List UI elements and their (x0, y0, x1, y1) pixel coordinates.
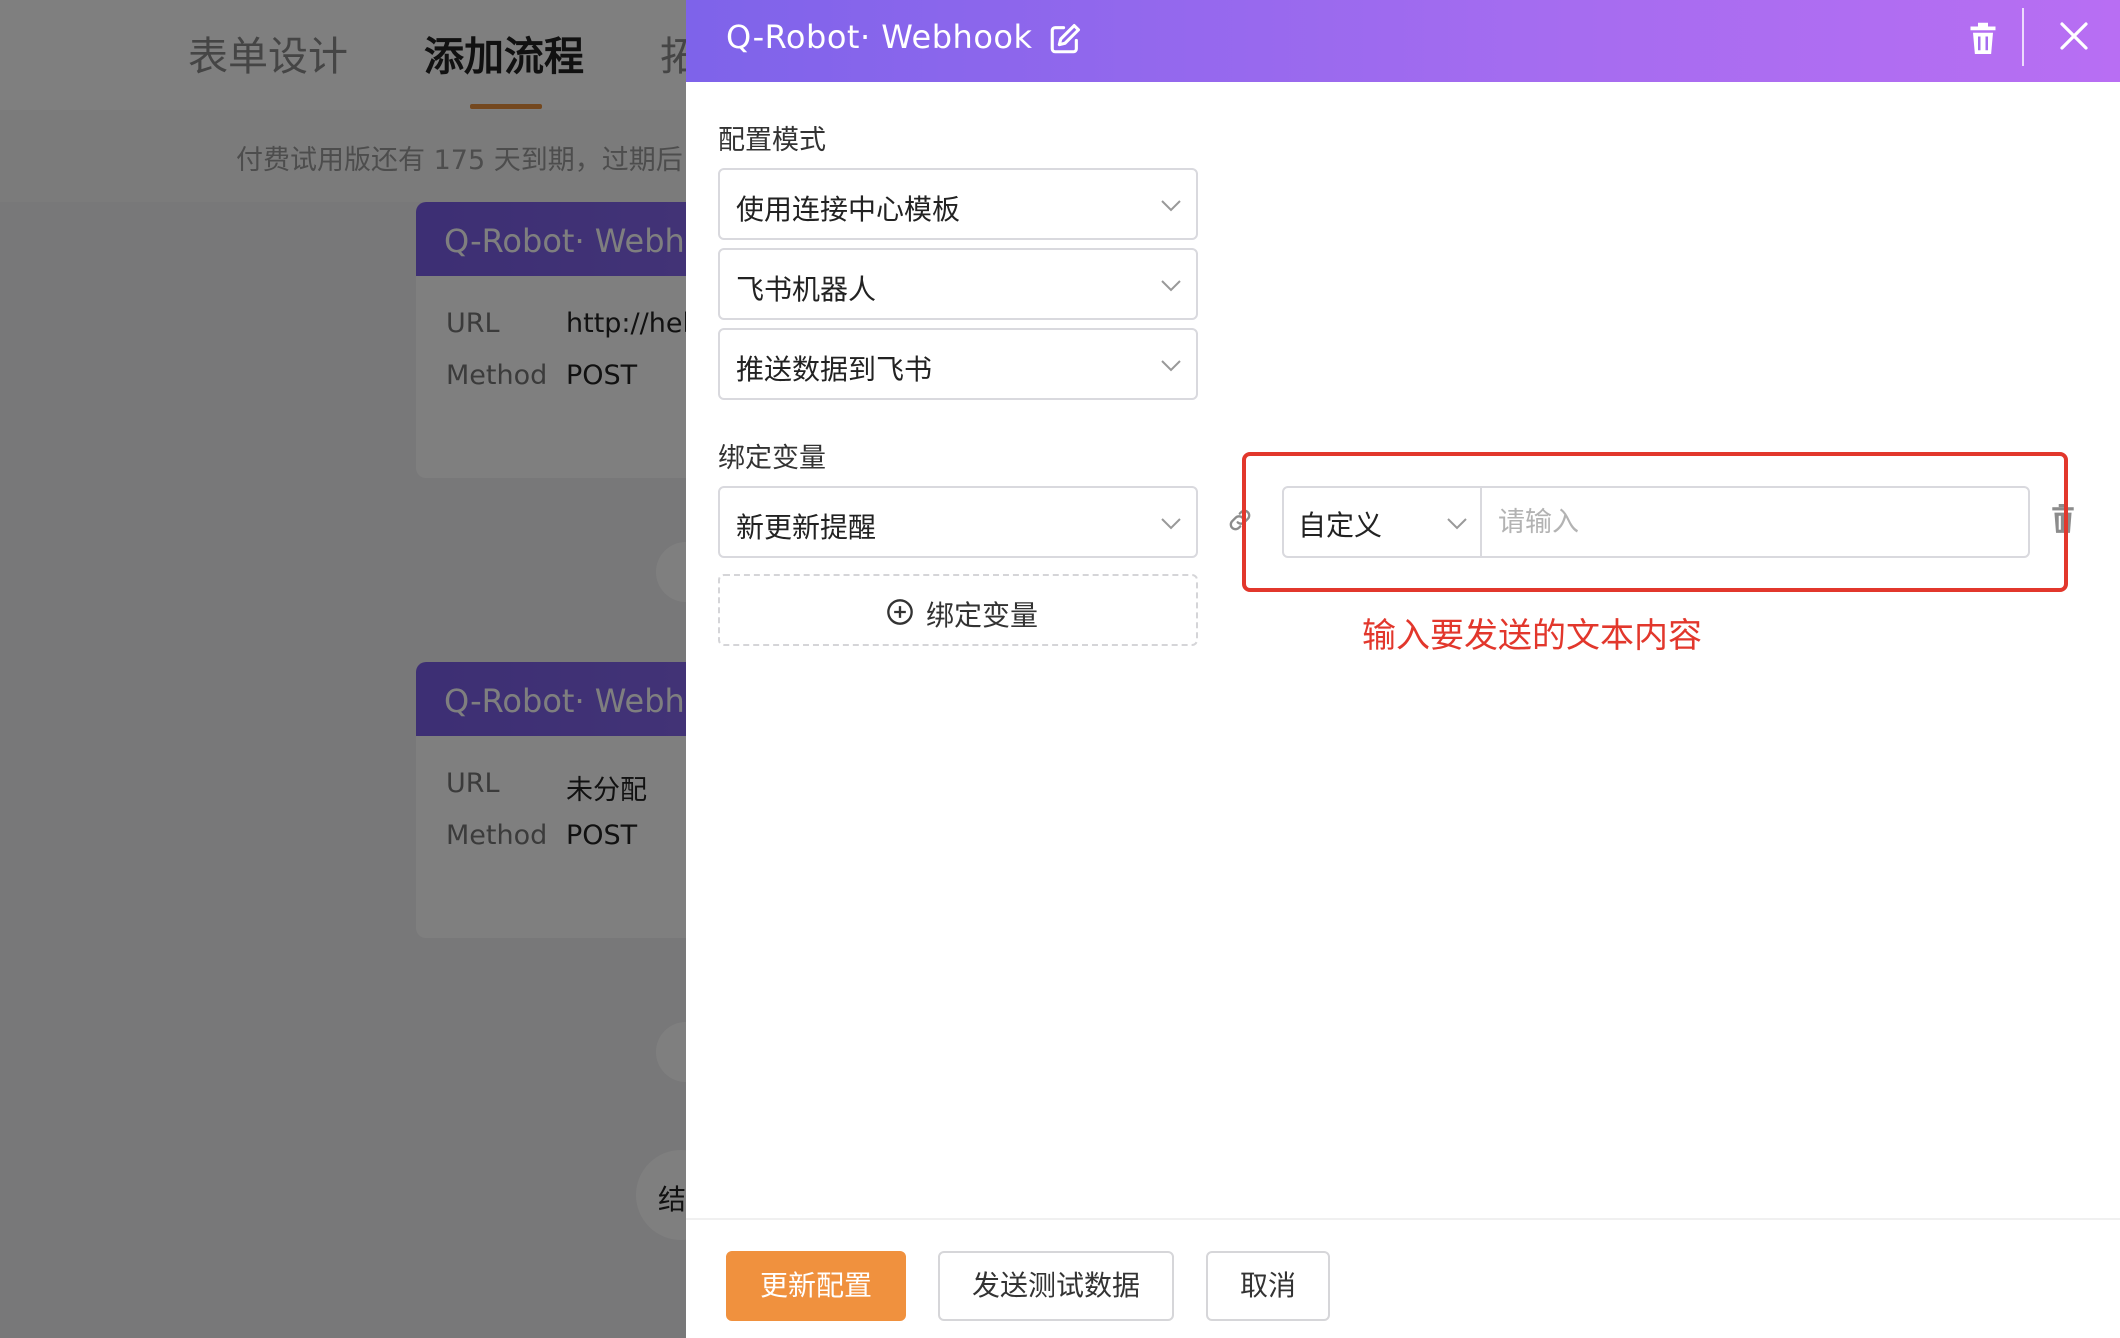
chevron-down-icon (1161, 200, 1181, 212)
footer-divider (686, 1218, 2120, 1220)
edit-title-icon[interactable] (1048, 22, 1082, 56)
plus-circle-icon (887, 599, 913, 625)
chevron-down-icon (1161, 518, 1181, 530)
chevron-down-icon (1161, 280, 1181, 292)
template-source-select[interactable]: 使用连接中心模板 (718, 168, 1198, 240)
webhook-config-drawer: Q-Robot· Webhook 配置模式 使用连接中心模板 飞书机器人 推送数… (686, 0, 2120, 1338)
annotation-text: 输入要发送的文本内容 (1362, 616, 1702, 656)
select-value: 飞书机器人 (736, 273, 877, 306)
select-value: 新更新提醒 (736, 511, 877, 544)
add-variable-label: 绑定变量 (926, 599, 1039, 632)
config-mode-label: 配置模式 (718, 125, 826, 156)
send-test-data-button[interactable]: 发送测试数据 (938, 1251, 1174, 1321)
select-value: 推送数据到飞书 (736, 353, 933, 386)
add-variable-button[interactable]: 绑定变量 (718, 574, 1198, 646)
variable-select[interactable]: 新更新提醒 (718, 486, 1198, 558)
bind-vars-label: 绑定变量 (718, 443, 826, 474)
header-divider (2022, 8, 2024, 66)
update-config-button[interactable]: 更新配置 (726, 1251, 906, 1321)
delete-node-icon[interactable] (1968, 22, 1998, 56)
chevron-down-icon (1161, 360, 1181, 372)
connector-select[interactable]: 飞书机器人 (718, 248, 1198, 320)
drawer-header: Q-Robot· Webhook (686, 0, 2120, 82)
annotation-highlight-box (1242, 452, 2068, 592)
cancel-button[interactable]: 取消 (1206, 1251, 1330, 1321)
close-icon[interactable] (2058, 20, 2090, 52)
drawer-title: Q-Robot· Webhook (726, 18, 1033, 56)
select-value: 使用连接中心模板 (736, 193, 961, 226)
action-select[interactable]: 推送数据到飞书 (718, 328, 1198, 400)
